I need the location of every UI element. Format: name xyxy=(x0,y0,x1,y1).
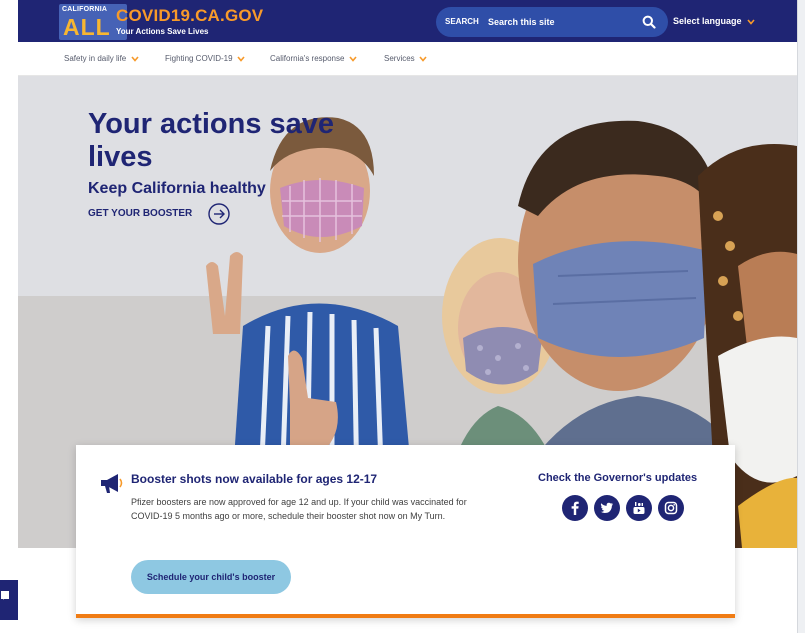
nav-item-label: Safety in daily life xyxy=(64,54,127,63)
main-nav: Safety in daily life Fighting COVID-19 C… xyxy=(18,42,797,76)
hero-cta-label: GET YOUR BOOSTER xyxy=(88,208,193,219)
twitter-link[interactable] xyxy=(594,495,620,521)
chevron-down-icon xyxy=(130,56,139,62)
card-body: Pfizer boosters are now approved for age… xyxy=(131,497,467,521)
booster-announcement-card: Booster shots now available for ages 12-… xyxy=(76,445,735,618)
logo-state-text: CALIFORNIA xyxy=(62,6,108,13)
nav-item-safety[interactable]: Safety in daily life xyxy=(64,54,139,63)
chevron-down-icon xyxy=(747,19,755,25)
nav-item-fighting[interactable]: Fighting COVID-19 xyxy=(165,54,245,63)
nav-item-label: Fighting COVID-19 xyxy=(165,54,233,63)
feedback-tab[interactable] xyxy=(0,580,18,620)
search-bar: SEARCH xyxy=(436,7,668,37)
logo-all-text: ALL xyxy=(63,14,111,40)
search-icon[interactable] xyxy=(642,15,656,29)
chevron-down-icon xyxy=(419,56,427,62)
instagram-icon xyxy=(664,501,678,515)
nav-item-label: Services xyxy=(384,54,415,63)
youtube-link[interactable] xyxy=(626,495,652,521)
schedule-booster-button[interactable]: Schedule your child's booster xyxy=(131,560,291,594)
feedback-icon xyxy=(1,591,9,600)
get-booster-link[interactable]: GET YOUR BOOSTER xyxy=(88,203,230,225)
browser-scrollbar[interactable] xyxy=(797,0,805,633)
arrow-right-circle-icon[interactable] xyxy=(208,203,230,225)
facebook-link[interactable] xyxy=(562,495,588,521)
site-title[interactable]: COVID19.CA.GOV xyxy=(116,6,263,26)
search-input[interactable] xyxy=(488,13,638,31)
hero-subtitle: Keep California healthy xyxy=(88,180,266,197)
search-label: SEARCH xyxy=(445,17,479,26)
language-label: Select language xyxy=(673,16,742,26)
governor-updates-title: Check the Governor's updates xyxy=(538,472,698,484)
megaphone-icon xyxy=(101,474,123,493)
facebook-icon xyxy=(571,501,579,515)
nav-item-response[interactable]: California's response xyxy=(270,54,357,63)
card-title: Booster shots now available for ages 12-… xyxy=(131,472,378,486)
instagram-link[interactable] xyxy=(658,495,684,521)
chevron-down-icon xyxy=(237,56,245,62)
hero-title: Your actions save lives xyxy=(88,108,335,173)
chevron-down-icon xyxy=(349,56,357,62)
youtube-icon xyxy=(633,502,645,514)
language-selector[interactable]: Select language xyxy=(673,16,755,26)
nav-item-services[interactable]: Services xyxy=(384,54,427,63)
nav-item-label: California's response xyxy=(270,54,345,63)
twitter-icon xyxy=(600,502,613,513)
site-header: CALIFORNIA ALL COVID19.CA.GOV Your Actio… xyxy=(18,0,797,42)
site-tagline: Your Actions Save Lives xyxy=(116,27,209,36)
